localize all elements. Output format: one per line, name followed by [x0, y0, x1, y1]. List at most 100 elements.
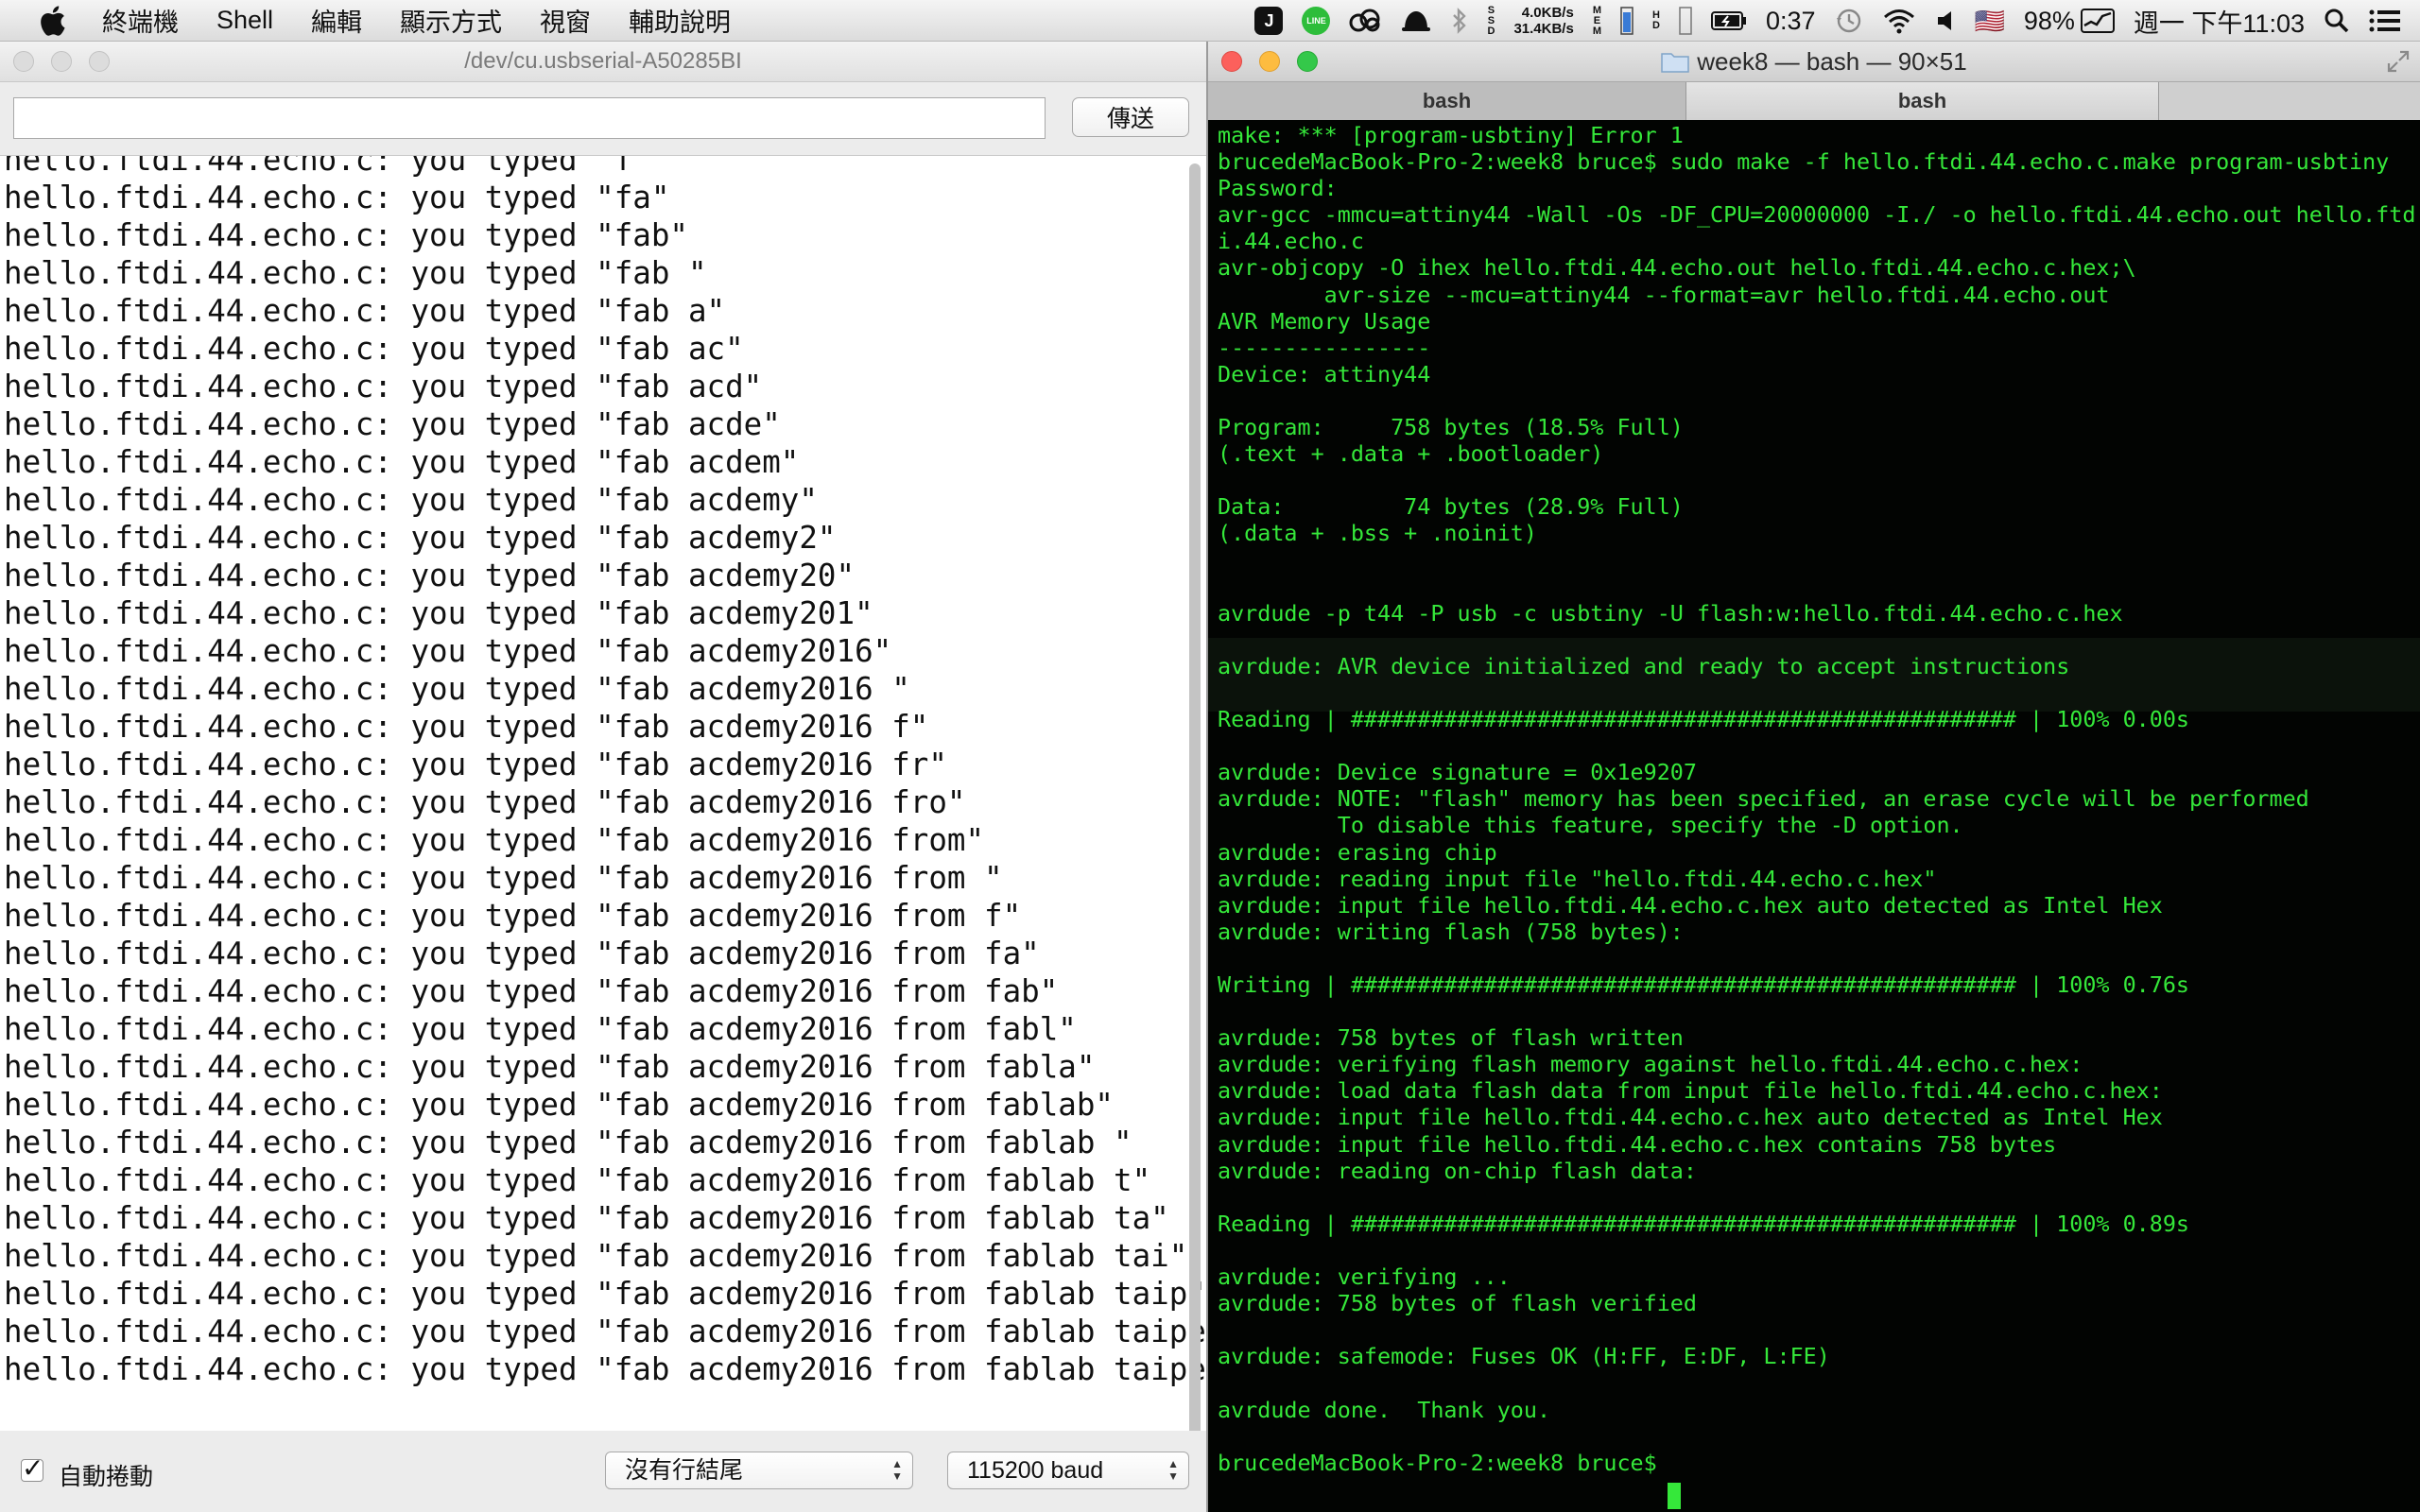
serial-output-line: hello.ftdi.44.echo.c: you typed "fab acd…	[4, 1011, 1077, 1047]
terminal-output-line: avr-objcopy -O ihex hello.ftdi.44.echo.o…	[1218, 254, 2136, 282]
autoscroll-checkbox[interactable]: ✓	[21, 1455, 43, 1482]
serial-output-line: hello.ftdi.44.echo.c: you typed "fab acd…	[4, 747, 947, 782]
terminal-output-line: avr-gcc -mmcu=attiny44 -Wall -Os -DF_CPU…	[1218, 201, 2416, 229]
serial-scrollbar-thumb[interactable]	[1189, 163, 1201, 1439]
terminal-output-line: avrdude: load data flash data from input…	[1218, 1077, 2163, 1105]
notification-center-icon[interactable]	[2369, 9, 2401, 33]
terminal-output-line: avrdude: input file hello.ftdi.44.echo.c…	[1218, 891, 2163, 919]
terminal-output-line: avrdude -p t44 -P usb -c usbtiny -U flas…	[1218, 599, 2123, 627]
updown-arrows-icon: ▲ ▼	[891, 1457, 903, 1483]
line-ending-select[interactable]: 沒有行結尾 ▲ ▼	[605, 1452, 913, 1489]
serial-output-line: hello.ftdi.44.echo.c: you typed "fab acd…	[4, 671, 910, 707]
terminal-output-line: avrdude: reading on-chip flash data:	[1218, 1157, 1697, 1184]
serial-output-line: hello.ftdi.44.echo.c: you typed "fab a"	[4, 293, 726, 329]
terminal-output-line: avrdude: erasing chip	[1218, 838, 1497, 866]
menu-help[interactable]: 輔助說明	[629, 2, 731, 39]
terminal-output-line: avr-size --mcu=attiny44 --format=avr hel…	[1218, 281, 2110, 308]
serial-send-input[interactable]	[13, 97, 1046, 139]
serial-output-line: hello.ftdi.44.echo.c: you typed "fab acd…	[4, 520, 837, 556]
battery-time[interactable]: 0:37	[1766, 7, 1816, 36]
baud-rate-value: 115200 baud	[967, 1457, 1104, 1484]
serial-output-line: hello.ftdi.44.echo.c: you typed "fab acd…	[4, 784, 966, 820]
hat-icon[interactable]	[1400, 9, 1432, 33]
line-app-icon[interactable]: LINE	[1302, 7, 1331, 35]
terminal-output-line: avrdude done. Thank you.	[1218, 1396, 1551, 1423]
memory-monitor-icon[interactable]: M E M	[1592, 4, 1601, 37]
creative-cloud-icon[interactable]	[1349, 9, 1381, 33]
terminal-title-text: week8 — bash — 90×51	[1697, 47, 1967, 76]
tab-bash-1[interactable]: bash	[1208, 82, 1686, 120]
serial-output-line: hello.ftdi.44.echo.c: you typed "fab acd…	[4, 1162, 1151, 1198]
terminal-output-line: avrdude: input file hello.ftdi.44.echo.c…	[1218, 1104, 2163, 1131]
serial-output-line: hello.ftdi.44.echo.c: you typed "fab acd…	[4, 558, 856, 593]
bluetooth-icon[interactable]	[1451, 8, 1468, 34]
terminal-output-line: Reading | ##############################…	[1218, 706, 2190, 733]
network-download: 31.4KB/s	[1513, 21, 1574, 37]
terminal-output-line: make: *** [program-usbtiny] Error 1	[1218, 122, 1684, 148]
terminal-screen[interactable]: make: *** [program-usbtiny] Error 1 bruce…	[1208, 120, 2420, 1512]
ssd-letter-2: S	[1487, 14, 1495, 26]
ssd-monitor-icon[interactable]: S S D	[1487, 5, 1495, 37]
network-speed[interactable]: 4.0KB/s 31.4KB/s	[1513, 5, 1573, 37]
serial-output-line: hello.ftdi.44.echo.c: you typed "fab acd…	[4, 709, 929, 745]
serial-output-area[interactable]: hello.ftdi.44.echo.c: you typed "f" hello…	[0, 155, 1206, 1473]
serial-send-bar: 傳送	[0, 82, 1206, 156]
baud-rate-select[interactable]: 115200 baud ▲ ▼	[947, 1452, 1189, 1489]
flag-glyph: 🇺🇸	[1974, 6, 2005, 35]
disk-monitor-icon[interactable]: H D	[1652, 10, 1660, 31]
serial-output-line: hello.ftdi.44.echo.c: you typed "fab acd…	[4, 936, 1040, 971]
apple-menu-icon[interactable]	[38, 5, 70, 37]
menu-shell[interactable]: Shell	[216, 6, 273, 35]
terminal-titlebar: week8 — bash — 90×51	[1208, 42, 2420, 82]
serial-output-line: hello.ftdi.44.echo.c: you typed "fab"	[4, 217, 688, 253]
menu-view[interactable]: 顯示方式	[400, 2, 502, 39]
input-source-flag-icon[interactable]: 🇺🇸	[1975, 7, 2005, 36]
checkmark-icon: ✓	[22, 1453, 44, 1483]
menu-edit[interactable]: 編輯	[311, 2, 362, 39]
fullscreen-icon[interactable]	[2386, 49, 2411, 78]
terminal-output-line: Device: attiny44	[1218, 360, 1431, 387]
serial-output-line: hello.ftdi.44.echo.c: you typed "fab acd…	[4, 898, 1022, 934]
time-machine-icon[interactable]	[1835, 7, 1863, 35]
serial-output-line: hello.ftdi.44.echo.c: you typed "fab acd…	[4, 444, 800, 480]
serial-output-line: hello.ftdi.44.echo.c: you typed "fab acd…	[4, 1125, 1132, 1160]
clock[interactable]: 週一 下午11:03	[2134, 3, 2305, 40]
terminal-output-line: brucedeMacBook-Pro-2:week8 bruce$ sudo m…	[1218, 148, 2390, 176]
terminal-cursor	[1668, 1483, 1681, 1509]
menu-terminal[interactable]: 終端機	[102, 2, 179, 39]
serial-output-line: hello.ftdi.44.echo.c: you typed "fab acd…	[4, 1200, 1169, 1236]
serial-output-line: hello.ftdi.44.echo.c: you typed "fab acd…	[4, 1049, 1096, 1085]
memory-bar-icon	[1620, 7, 1634, 35]
tab-bash-2[interactable]: bash	[1686, 82, 2159, 120]
spotlight-search-icon[interactable]	[2324, 8, 2350, 34]
serial-output-line: hello.ftdi.44.echo.c: you typed "fab acd…	[4, 482, 818, 518]
ssd-letter-3: D	[1487, 25, 1495, 37]
battery-percent[interactable]: 98%	[2024, 7, 2075, 36]
send-button[interactable]: 傳送	[1072, 97, 1189, 137]
serial-output-line: hello.ftdi.44.echo.c: you typed "f"	[4, 155, 651, 178]
terminal-output-line: avrdude: verifying flash memory against …	[1218, 1051, 2083, 1078]
serial-output-line: hello.ftdi.44.echo.c: you typed "fab acd…	[4, 1314, 1206, 1349]
wifi-icon[interactable]	[1882, 8, 1916, 34]
volume-icon[interactable]	[1935, 9, 1956, 33]
battery-icon[interactable]	[1710, 10, 1747, 31]
terminal-window-title: week8 — bash — 90×51	[1208, 42, 2420, 81]
autoscroll-label[interactable]: 自動捲動	[59, 1458, 153, 1492]
terminal-output-line: Program: 758 bytes (18.5% Full)	[1218, 414, 1684, 441]
mem-letter-1: M	[1592, 4, 1601, 16]
menu-window[interactable]: 視窗	[540, 2, 591, 39]
serial-output-line: hello.ftdi.44.echo.c: you typed "fab acd…	[4, 1087, 1114, 1123]
terminal-output-line: avrdude: 758 bytes of flash written	[1218, 1024, 1684, 1052]
serial-scrollbar[interactable]	[1187, 163, 1202, 1439]
activity-monitor-icon[interactable]	[2080, 9, 2115, 33]
j-app-icon[interactable]: J	[1254, 7, 1284, 35]
